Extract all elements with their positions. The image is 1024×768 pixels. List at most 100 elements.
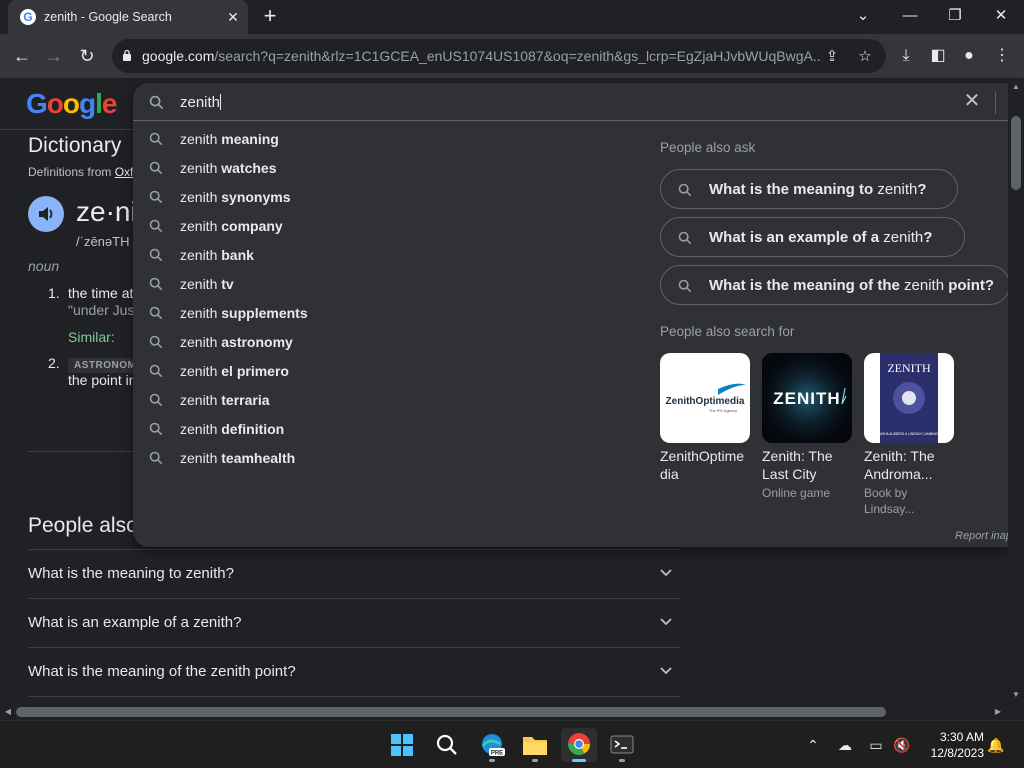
paa-question: What is an example of a zenith? (28, 614, 242, 631)
paa-question-row[interactable]: What is the meaning of the zenith point? (28, 647, 680, 695)
running-indicator (532, 759, 538, 762)
suggestion-text: zenith teamhealth (180, 450, 296, 466)
new-tab-button[interactable]: + (258, 5, 282, 29)
clear-search-icon[interactable]: ✕ (962, 91, 982, 111)
download-icon[interactable]: ⤓ (895, 45, 917, 67)
minimize-icon[interactable]: — (898, 5, 922, 27)
search-input[interactable]: zenith (180, 94, 222, 111)
definition-example: "under Jus (68, 302, 135, 318)
start-button[interactable] (384, 728, 420, 762)
chrome-button[interactable] (561, 728, 597, 762)
report-link[interactable]: Report inap (955, 530, 1012, 542)
svg-text:ZenithOptimedia: ZenithOptimedia (666, 396, 745, 407)
suggestion-text: zenith supplements (180, 305, 308, 321)
back-icon[interactable]: ← (10, 44, 34, 68)
search-icon (149, 422, 163, 436)
screen: G zenith - Google Search ✕ + ⌄ — ❐ ✕ ← →… (0, 0, 1024, 768)
people-also-ask-pill[interactable]: What is an example of a zenith? (660, 217, 965, 257)
definition-text: the point in (68, 372, 137, 388)
system-clock[interactable]: 3:30 AM 12/8/2023 (922, 729, 984, 761)
search-icon (149, 95, 164, 110)
search-icon (436, 734, 457, 755)
url-host: google.com (142, 48, 215, 64)
network-icon[interactable]: ▭ (866, 735, 886, 755)
side-panel-icon[interactable]: ◧ (927, 45, 949, 67)
dictionary-source: Definitions from Oxf (28, 165, 133, 179)
vertical-scroll-thumb[interactable] (1011, 116, 1021, 190)
people-also-ask-pill[interactable]: What is the meaning of the zenith point? (660, 265, 1010, 305)
forward-icon[interactable]: → (42, 44, 66, 68)
card-title: Zenith: The Last City (762, 448, 833, 482)
part-of-speech: noun (28, 258, 60, 274)
search-icon (149, 132, 163, 146)
edge-pre-button[interactable]: PRE (474, 728, 510, 762)
notification-bell-icon[interactable]: 🔔 (986, 735, 1006, 755)
clock-date: 12/8/2023 (930, 746, 984, 760)
suggestion-item[interactable]: zenith company (133, 212, 613, 241)
scroll-down-icon[interactable]: ▼ (1008, 688, 1024, 702)
restore-icon[interactable]: ❐ (943, 5, 967, 27)
paa-question-row[interactable]: What is an example of a zenith? (28, 598, 680, 646)
vertical-scrollbar[interactable]: ▲ ▼ (1008, 78, 1024, 704)
profile-icon[interactable]: ● (958, 45, 980, 67)
chrome-menu-icon[interactable]: ⋮ (991, 45, 1013, 67)
suggestion-item[interactable]: zenith terraria (133, 386, 613, 415)
scroll-right-icon[interactable]: ▶ (991, 704, 1005, 720)
suggestion-text: zenith astronomy (180, 334, 293, 350)
suggestion-text: zenith el primero (180, 363, 289, 379)
google-logo[interactable]: Google (26, 88, 117, 120)
definition-number: 2. (48, 355, 60, 371)
volume-muted-icon[interactable]: 🔇 (892, 735, 912, 755)
suggestion-item[interactable]: zenith meaning (133, 125, 613, 154)
suggestion-text: zenith bank (180, 247, 254, 263)
people-also-search-label: People also search for (660, 324, 795, 339)
definition-text: the time at (68, 285, 134, 301)
search-icon (149, 306, 163, 320)
zenith-last-city-image: ZENITH (762, 353, 852, 443)
share-icon[interactable]: ⇪ (822, 47, 842, 67)
people-also-ask-pill[interactable]: What is the meaning to zenith? (660, 169, 958, 209)
suggestion-item[interactable]: zenith bank (133, 241, 613, 270)
dictionary-source-link[interactable]: Oxf (115, 165, 134, 179)
bookmark-star-icon[interactable]: ☆ (855, 47, 875, 67)
suggestion-item[interactable]: zenith supplements (133, 299, 613, 328)
suggestion-item[interactable]: zenith teamhealth (133, 444, 613, 473)
suggestion-item[interactable]: zenith tv (133, 270, 613, 299)
suggestion-item[interactable]: zenith watches (133, 154, 613, 183)
start-icon (391, 734, 413, 756)
terminal-button[interactable] (604, 728, 640, 762)
clock-time: 3:30 AM (939, 730, 984, 744)
tab-search-chevron-icon[interactable]: ⌄ (851, 5, 875, 27)
card-title: Zenith: The Androma... (864, 448, 935, 482)
running-indicator (619, 759, 625, 762)
search-icon (149, 277, 163, 291)
horizontal-scroll-thumb[interactable] (16, 707, 886, 717)
close-window-icon[interactable]: ✕ (989, 5, 1013, 27)
search-suggestions-dropdown: zenith ✕ zenith meaning zenith watches zen… (133, 83, 1012, 547)
suggestion-text: zenith terraria (180, 392, 270, 408)
search-box[interactable]: zenith ✕ (133, 83, 1008, 121)
suggestion-item[interactable]: zenith definition (133, 415, 613, 444)
close-tab-icon[interactable]: ✕ (224, 8, 242, 26)
zenith-optimedia-logo: ZenithOptimedia The RG Agency (660, 353, 750, 443)
browser-tab[interactable]: G zenith - Google Search ✕ (8, 0, 248, 34)
taskbar-search-button[interactable] (429, 728, 465, 762)
card-subtitle: Online game (762, 486, 831, 500)
suggestion-item[interactable]: zenith astronomy (133, 328, 613, 357)
chevron-down-icon (660, 618, 672, 626)
horizontal-scrollbar[interactable]: ◀ ▶ (0, 704, 1008, 720)
suggestion-item[interactable]: zenith synonyms (133, 183, 613, 212)
suggestion-item[interactable]: zenith el primero (133, 357, 613, 386)
chevron-up-icon[interactable]: ⌃ (803, 735, 823, 755)
file-explorer-button[interactable] (517, 728, 553, 762)
file-explorer-icon (523, 737, 547, 755)
running-indicator (489, 759, 495, 762)
onedrive-offline-icon[interactable]: ☁ (835, 735, 855, 755)
scroll-up-icon[interactable]: ▲ (1008, 80, 1024, 94)
search-query-text: zenith (180, 94, 221, 111)
pronounce-speaker-button[interactable] (28, 196, 64, 232)
address-bar[interactable]: google.com/search?q=zenith&rlz=1C1GCEA_e… (112, 39, 886, 73)
scroll-left-icon[interactable]: ◀ (1, 704, 15, 720)
paa-question-row[interactable]: What is the meaning to zenith? (28, 549, 680, 597)
reload-icon[interactable]: ↻ (75, 44, 99, 68)
